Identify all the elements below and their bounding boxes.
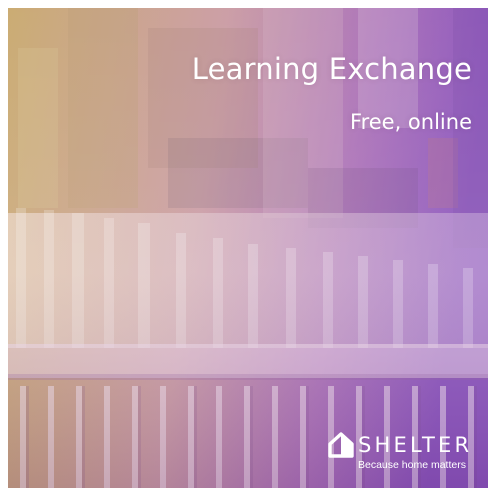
- brand-name: SHELTER: [358, 433, 473, 457]
- promo-subtitle: Free, online: [350, 110, 472, 134]
- promo-card: Learning Exchange Free, online SHELTER B…: [8, 8, 488, 488]
- shelter-roof-logo-icon: [328, 432, 354, 458]
- shelter-logo: SHELTER Because home matters: [328, 430, 478, 474]
- brand-tagline: Because home matters: [358, 459, 466, 471]
- promo-title: Learning Exchange: [191, 52, 472, 86]
